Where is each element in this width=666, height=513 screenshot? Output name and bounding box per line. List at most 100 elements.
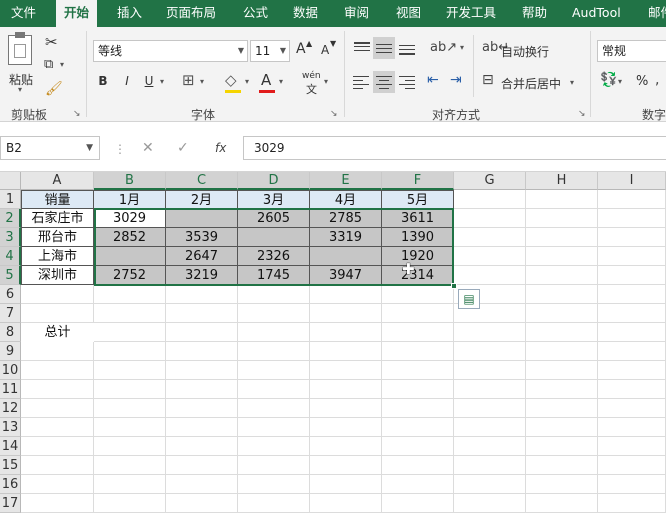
cell[interactable] <box>598 361 666 380</box>
cell[interactable] <box>382 437 454 456</box>
borders-icon[interactable]: ⊞ <box>182 71 195 89</box>
cell[interactable] <box>238 285 310 304</box>
cell[interactable] <box>310 342 382 361</box>
cell-f2[interactable]: 3611 <box>382 209 454 228</box>
enter-icon[interactable]: ✓ <box>177 140 189 156</box>
font-launcher-icon[interactable]: ↘ <box>330 109 338 119</box>
name-box[interactable]: B2 ▼ <box>0 136 100 160</box>
cell[interactable] <box>94 437 166 456</box>
cell[interactable] <box>310 456 382 475</box>
cell-f3[interactable]: 1390 <box>382 228 454 247</box>
cell[interactable] <box>526 209 598 228</box>
fill-handle[interactable] <box>451 283 457 289</box>
cell[interactable] <box>526 494 598 513</box>
cell[interactable] <box>94 304 166 323</box>
cell-f5[interactable]: 2314 <box>382 266 454 285</box>
cell[interactable] <box>21 304 94 323</box>
cell-e4[interactable] <box>310 247 382 266</box>
cell[interactable] <box>598 342 666 361</box>
cell[interactable] <box>21 475 94 494</box>
row-header-7[interactable]: 7 <box>0 304 21 323</box>
cell[interactable] <box>526 456 598 475</box>
cancel-icon[interactable]: ✕ <box>142 140 154 156</box>
font-color-icon[interactable]: A <box>261 71 271 89</box>
percent-style-button[interactable]: % <box>636 74 648 89</box>
cell[interactable] <box>21 342 94 361</box>
cell[interactable] <box>238 418 310 437</box>
cell-d4[interactable]: 2326 <box>238 247 310 266</box>
cell[interactable] <box>310 380 382 399</box>
cell[interactable] <box>382 494 454 513</box>
paste-dropdown-icon[interactable]: ▾ <box>18 85 22 94</box>
cell[interactable] <box>238 475 310 494</box>
merge-center-button[interactable]: 合并后居中 <box>501 75 561 92</box>
cell[interactable] <box>238 361 310 380</box>
phonetic-dropdown-icon[interactable]: ▾ <box>324 77 328 86</box>
align-center-icon[interactable] <box>373 71 395 93</box>
tab-insert[interactable]: 插入 <box>117 0 142 27</box>
cell[interactable] <box>238 342 310 361</box>
cell[interactable] <box>166 418 238 437</box>
quick-analysis-icon[interactable]: ▤ <box>458 289 480 309</box>
cell[interactable] <box>598 494 666 513</box>
row-header-2[interactable]: 2 <box>0 209 21 228</box>
cell[interactable] <box>598 399 666 418</box>
row-header-4[interactable]: 4 <box>0 247 21 266</box>
cell[interactable] <box>94 475 166 494</box>
cell[interactable] <box>238 380 310 399</box>
cell[interactable] <box>94 342 166 361</box>
fill-color-dropdown-icon[interactable]: ▾ <box>245 77 249 86</box>
cell[interactable] <box>310 418 382 437</box>
cell-e2[interactable]: 2785 <box>310 209 382 228</box>
cell[interactable] <box>454 456 526 475</box>
cell[interactable] <box>238 456 310 475</box>
row-header-1[interactable]: 1 <box>0 190 21 209</box>
cell[interactable] <box>382 285 454 304</box>
cell[interactable] <box>598 209 666 228</box>
font-color-dropdown-icon[interactable]: ▾ <box>279 77 283 86</box>
orientation-dropdown-icon[interactable]: ▾ <box>460 43 464 52</box>
tab-audtool[interactable]: AudTool <box>572 0 621 27</box>
tab-view[interactable]: 视图 <box>396 0 421 27</box>
cell[interactable] <box>166 399 238 418</box>
tab-formulas[interactable]: 公式 <box>243 0 268 27</box>
cell-c1[interactable]: 2月 <box>166 190 238 209</box>
wrap-text-button[interactable]: 自动换行 <box>501 43 549 60</box>
cell[interactable] <box>454 228 526 247</box>
cell[interactable] <box>382 456 454 475</box>
cell[interactable] <box>598 380 666 399</box>
cell[interactable] <box>310 399 382 418</box>
cell-c5[interactable]: 3219 <box>166 266 238 285</box>
underline-button[interactable]: U <box>139 74 159 88</box>
column-header-i[interactable]: I <box>598 172 666 190</box>
cell[interactable] <box>94 285 166 304</box>
borders-dropdown-icon[interactable]: ▾ <box>200 77 204 86</box>
cell[interactable] <box>21 437 94 456</box>
row-header-16[interactable]: 16 <box>0 475 21 494</box>
accounting-dropdown-icon[interactable]: ▾ <box>618 77 622 86</box>
cell[interactable] <box>382 361 454 380</box>
cell[interactable] <box>526 361 598 380</box>
align-bottom-icon[interactable] <box>398 41 416 55</box>
row-header-13[interactable]: 13 <box>0 418 21 437</box>
select-all-button[interactable] <box>0 172 21 190</box>
cell[interactable] <box>382 418 454 437</box>
cell[interactable] <box>94 494 166 513</box>
formula-input[interactable]: 3029 <box>243 136 666 160</box>
row-header-17[interactable]: 17 <box>0 494 21 513</box>
phonetic-guide-icon[interactable]: wén <box>302 71 321 81</box>
cell[interactable] <box>21 380 94 399</box>
cell-e1[interactable]: 4月 <box>310 190 382 209</box>
cell[interactable] <box>598 456 666 475</box>
cell[interactable] <box>382 399 454 418</box>
cell[interactable] <box>94 399 166 418</box>
alignment-launcher-icon[interactable]: ↘ <box>578 109 586 119</box>
grow-font-icon[interactable]: A <box>296 41 306 57</box>
cell-f1[interactable]: 5月 <box>382 190 454 209</box>
row-header-10[interactable]: 10 <box>0 361 21 380</box>
column-header-c[interactable]: C <box>166 172 238 190</box>
cell-a5[interactable]: 深圳市 <box>21 266 94 285</box>
cell[interactable] <box>526 399 598 418</box>
column-header-a[interactable]: A <box>21 172 94 190</box>
cell-e3[interactable]: 3319 <box>310 228 382 247</box>
